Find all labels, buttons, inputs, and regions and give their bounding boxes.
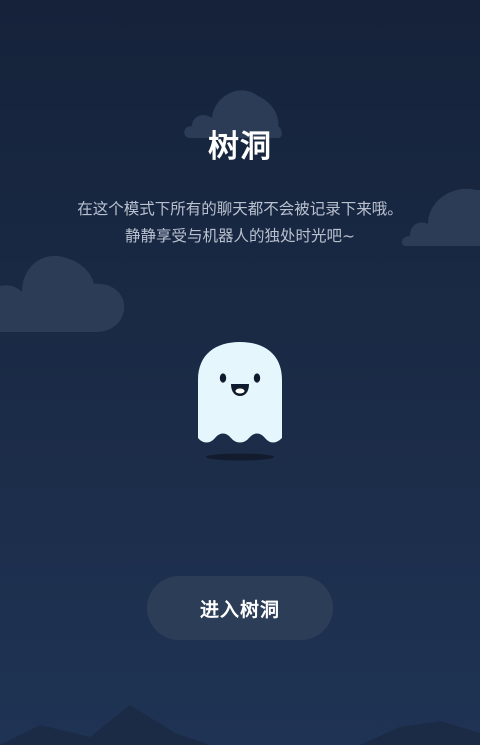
mountain-silhouette [0, 705, 480, 745]
tree-hole-screen: 树洞 在这个模式下所有的聊天都不会被记录下来哦。 静静享受与机器人的独处时光吧~… [0, 0, 480, 745]
description-line-2: 静静享受与机器人的独处时光吧~ [125, 227, 355, 245]
mode-description: 在这个模式下所有的聊天都不会被记录下来哦。 静静享受与机器人的独处时光吧~ [0, 196, 480, 250]
description-line-1: 在这个模式下所有的聊天都不会被记录下来哦。 [77, 200, 403, 218]
enter-tree-hole-button[interactable]: 进入树洞 [147, 576, 333, 640]
ghost-icon [198, 342, 282, 461]
page-title: 树洞 [208, 129, 272, 165]
cloud-icon [0, 255, 125, 332]
